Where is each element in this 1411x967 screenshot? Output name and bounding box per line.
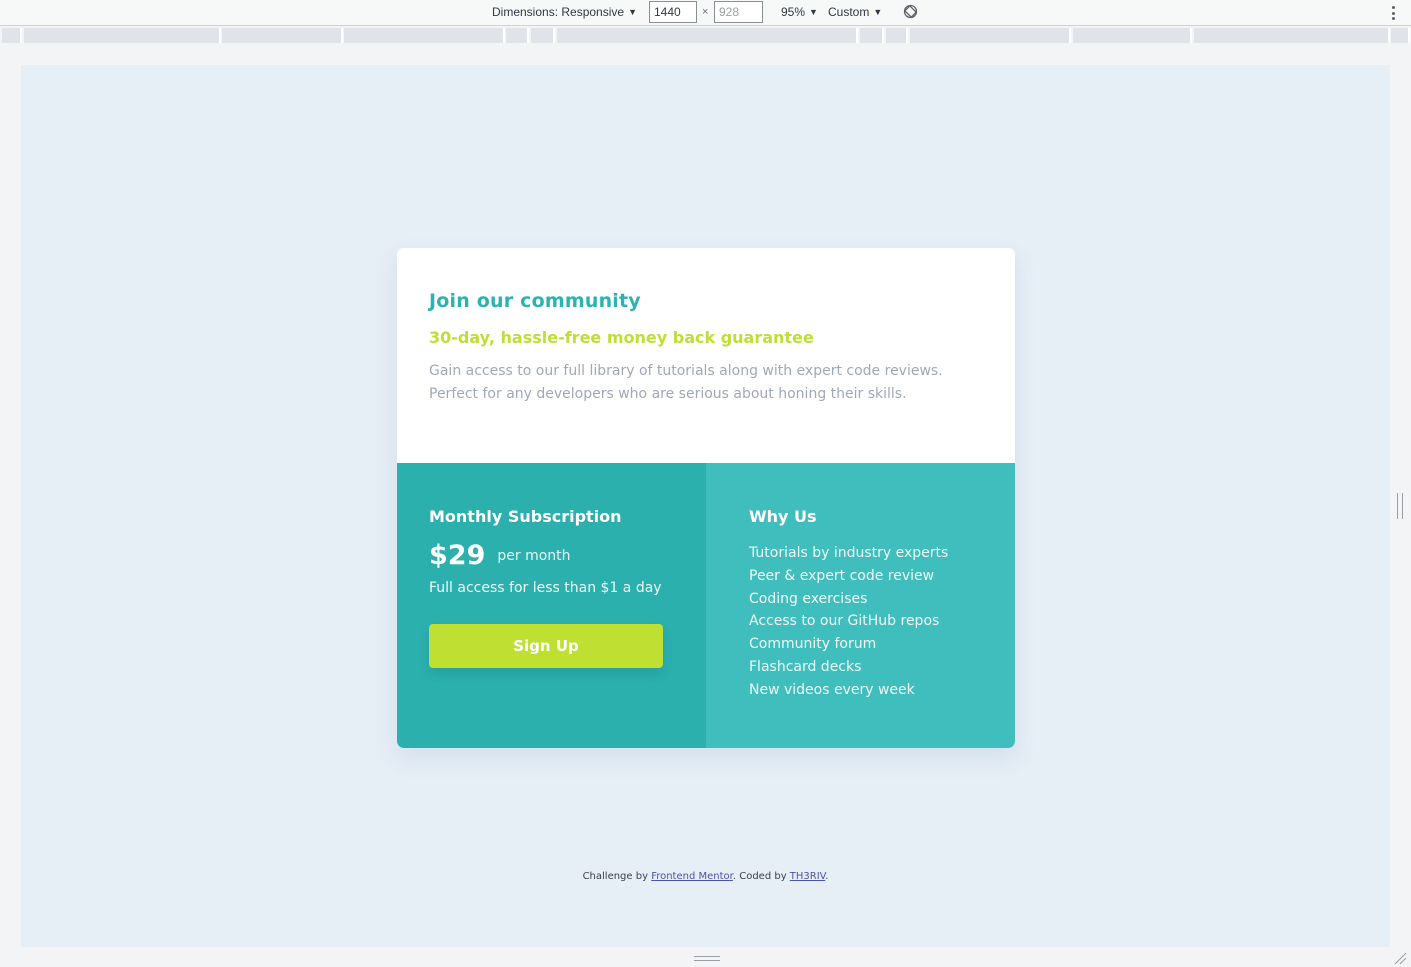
- list-item: Coding exercises: [749, 590, 868, 607]
- frontend-mentor-link[interactable]: Frontend Mentor: [651, 871, 733, 882]
- pricing-card: Join our community 30-day, hassle-free m…: [397, 248, 1015, 748]
- subscription-section: Monthly Subscription $29 per month Full …: [397, 463, 706, 748]
- zoom-label: 95%: [781, 5, 806, 19]
- attribution-footer: Challenge by Frontend Mentor. Coded by T…: [21, 871, 1390, 882]
- footer-middle: . Coded by: [732, 871, 790, 882]
- why-us-list: Tutorials by industry experts Peer & exp…: [749, 542, 983, 702]
- zoom-dropdown[interactable]: 95% ▼: [781, 5, 818, 19]
- throttle-label: Custom: [828, 5, 870, 19]
- height-input[interactable]: 928: [714, 1, 763, 23]
- price-row: $29 per month: [429, 540, 674, 571]
- list-item: Flashcard decks: [749, 658, 862, 675]
- times-glyph: ×: [702, 6, 709, 18]
- list-item: New videos every week: [749, 681, 915, 698]
- price-amount: $29: [429, 540, 486, 571]
- resize-corner-icon[interactable]: [1393, 951, 1407, 965]
- media-query-segment[interactable]: [506, 28, 529, 43]
- list-item: Community forum: [749, 636, 877, 653]
- list-item: Access to our GitHub repos: [749, 613, 940, 630]
- list-item: Peer & expert code review: [749, 567, 935, 584]
- media-query-segment[interactable]: [557, 28, 858, 43]
- price-period: per month: [497, 547, 571, 564]
- media-query-bar: [0, 27, 1411, 44]
- caret-down-icon: ▼: [873, 7, 883, 17]
- device-toolbar: Dimensions: Responsive ▼ 1440 × 928 95% …: [0, 0, 1411, 26]
- width-input[interactable]: 1440: [649, 1, 697, 23]
- rotate-icon[interactable]: [903, 4, 918, 19]
- resize-handle-bottom[interactable]: [694, 956, 720, 961]
- media-query-segment[interactable]: [1073, 28, 1192, 43]
- more-options-icon[interactable]: [1388, 4, 1398, 22]
- author-link[interactable]: TH3RIV: [790, 871, 825, 882]
- media-query-segment[interactable]: [1391, 28, 1410, 43]
- sign-up-button[interactable]: Sign Up: [429, 624, 663, 668]
- page-viewport: Join our community 30-day, hassle-free m…: [21, 65, 1390, 947]
- why-us-heading: Why Us: [749, 507, 817, 526]
- media-query-segment[interactable]: [2, 28, 22, 43]
- card-title: Join our community: [429, 290, 641, 312]
- card-top-section: Join our community 30-day, hassle-free m…: [397, 248, 1015, 463]
- card-subtitle: 30-day, hassle-free money back guarantee: [429, 328, 814, 347]
- media-query-segment[interactable]: [886, 28, 908, 43]
- media-query-segment[interactable]: [1194, 28, 1390, 43]
- footer-prefix: Challenge by: [582, 871, 652, 882]
- caret-down-icon: ▼: [809, 7, 818, 17]
- footer-suffix: .: [825, 871, 829, 882]
- media-query-segment[interactable]: [222, 28, 343, 43]
- caret-down-icon: ▼: [628, 7, 637, 17]
- list-item: Tutorials by industry experts: [749, 545, 949, 561]
- why-us-section: Why Us Tutorials by industry experts Pee…: [706, 463, 1015, 748]
- media-query-segment[interactable]: [910, 28, 1071, 43]
- subscription-note: Full access for less than $1 a day: [429, 580, 662, 596]
- throttle-dropdown[interactable]: Custom ▼: [828, 5, 882, 19]
- media-query-segment[interactable]: [344, 28, 505, 43]
- subscription-heading: Monthly Subscription: [429, 507, 622, 526]
- card-description: Gain access to our full library of tutor…: [429, 363, 943, 402]
- media-query-segment[interactable]: [860, 28, 884, 43]
- resize-handle-right[interactable]: [1397, 493, 1403, 519]
- media-query-segment[interactable]: [531, 28, 555, 43]
- dimensions-dropdown[interactable]: Dimensions: Responsive ▼: [492, 5, 637, 19]
- media-query-segment[interactable]: [24, 28, 221, 43]
- dimensions-label: Dimensions: Responsive: [492, 5, 625, 19]
